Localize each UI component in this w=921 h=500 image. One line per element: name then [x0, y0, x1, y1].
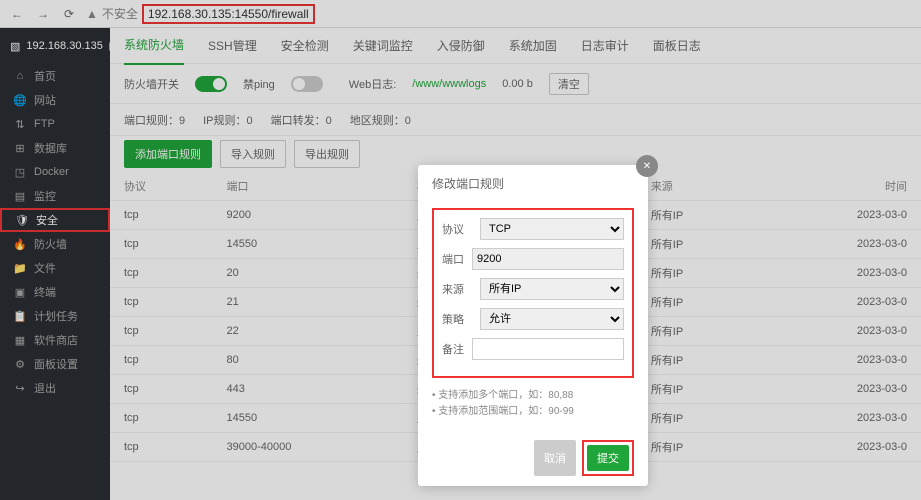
cancel-button[interactable]: 取消 [534, 440, 576, 476]
proto-label: 协议 [442, 221, 472, 237]
close-icon[interactable]: ✕ [636, 155, 658, 177]
modal-title: 修改端口规则 [418, 165, 648, 202]
port-label: 端口 [442, 251, 464, 267]
note-input[interactable] [472, 338, 624, 360]
policy-select[interactable]: 允许 [480, 308, 624, 330]
policy-label: 策略 [442, 311, 472, 327]
src-label: 来源 [442, 281, 472, 297]
modal-tips: • 支持添加多个端口，如：80,88 • 支持添加范围端口，如：90-99 [418, 384, 648, 430]
note-label: 备注 [442, 341, 464, 357]
src-select[interactable]: 所有IP [480, 278, 624, 300]
port-input[interactable] [472, 248, 624, 270]
form-container: 协议 TCP 端口 来源所有IP 策略允许 备注 [432, 208, 634, 378]
submit-button[interactable]: 提交 [587, 445, 629, 471]
proto-select[interactable]: TCP [480, 218, 624, 240]
edit-rule-modal: ✕ 修改端口规则 协议TCP 端口 来源所有IP 策略允许 备注 • 支持添加多… [418, 165, 648, 486]
